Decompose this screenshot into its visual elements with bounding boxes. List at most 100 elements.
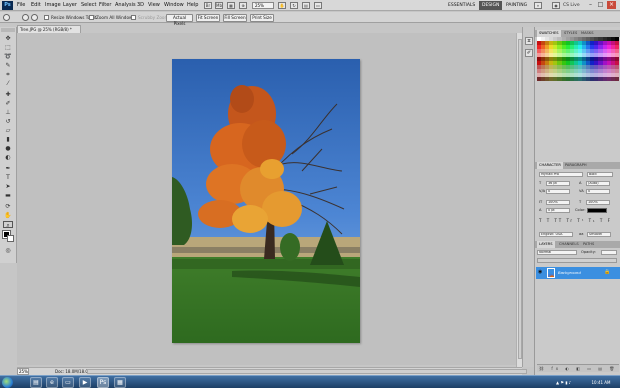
path-selection-tool-icon[interactable]: ➤ [3, 183, 13, 190]
menu-window[interactable]: Window [164, 1, 184, 10]
status-zoom-field[interactable]: 25% [17, 368, 29, 375]
workspace-painting[interactable]: PAINTING [503, 1, 530, 10]
hand-tool-icon[interactable]: ✋ [3, 212, 13, 219]
blend-mode-select[interactable]: Normal [537, 250, 577, 255]
fit-screen-button[interactable]: Fit Screen [196, 14, 220, 22]
taskbar-clock[interactable]: 10:41 AM [588, 377, 614, 388]
minimize-icon[interactable]: – [586, 1, 595, 9]
layers-footer-buttons[interactable]: ⛓ fx ◐ ◧ ▭ ▤ 🗑 [537, 364, 619, 372]
ie-taskbar-icon[interactable]: e [46, 377, 58, 388]
document-tab[interactable]: Tree.JPG @ 25% (RGB/8) * [17, 25, 81, 33]
rotate-view-icon[interactable]: ↻ [290, 2, 298, 9]
tracking-field[interactable]: 0 [586, 189, 610, 194]
brush-presets-icon[interactable]: ✐ [525, 49, 533, 57]
tab-character[interactable]: CHARACTER [537, 162, 563, 169]
zoom-out-icon[interactable] [31, 14, 38, 21]
resize-windows-checkbox[interactable] [44, 15, 49, 20]
clone-stamp-tool-icon[interactable]: ⊥ [3, 109, 13, 116]
explorer-taskbar-icon[interactable]: ▤ [30, 377, 42, 388]
vertical-scale-field[interactable]: 100% [546, 200, 570, 205]
text-style-buttons[interactable]: T T TT Tr T¹ T₁ T F [539, 218, 615, 224]
tab-swatches[interactable]: SWATCHES [537, 30, 561, 37]
blur-tool-icon[interactable]: ● [3, 145, 13, 152]
workspace-essentials[interactable]: ESSENTIALS [445, 1, 478, 10]
print-size-button[interactable]: Print Size [250, 14, 274, 22]
text-color-swatch[interactable] [587, 208, 607, 213]
menu-layer[interactable]: Layer [63, 1, 77, 10]
menu-help[interactable]: Help [187, 1, 198, 10]
antialias-select[interactable]: Smooth [587, 232, 611, 237]
layer-name[interactable]: Background [558, 267, 581, 279]
dodge-tool-icon[interactable]: ◐ [3, 154, 13, 161]
menu-edit[interactable]: Edit [31, 1, 41, 10]
guides-icon[interactable]: ▦ [227, 2, 235, 9]
eyedropper-tool-icon[interactable]: ⁄ [3, 80, 13, 87]
tools-panel-grip[interactable] [1, 28, 15, 32]
history-panel-icon[interactable]: ⧖ [525, 37, 533, 45]
quick-selection-tool-icon[interactable]: ✎ [3, 62, 13, 69]
tab-paragraph[interactable]: PARAGRAPH [563, 162, 589, 169]
font-family-select[interactable]: Myriad Pro [539, 172, 583, 177]
cs-live-icon[interactable]: ◉ [552, 2, 560, 9]
menu-view[interactable]: View [148, 1, 160, 10]
lock-fill-row[interactable] [537, 258, 617, 263]
menu-analysis[interactable]: Analysis [115, 1, 136, 10]
leading-field[interactable]: (Auto) [586, 181, 610, 186]
healing-brush-tool-icon[interactable]: ✚ [3, 91, 13, 98]
horizontal-scrollbar[interactable] [87, 369, 527, 374]
swatch-grid[interactable] [537, 37, 619, 85]
app-taskbar-icon[interactable]: ▦ [114, 377, 126, 388]
tab-styles[interactable]: STYLES [562, 30, 579, 37]
zoom-tool-preset-icon[interactable] [3, 14, 10, 21]
menu-filter[interactable]: Filter [99, 1, 111, 10]
brush-tool-icon[interactable]: ✐ [3, 100, 13, 107]
3d-rotate-tool-icon[interactable]: ⟳ [3, 203, 13, 210]
start-button[interactable] [2, 377, 13, 388]
menu-file[interactable]: File [17, 1, 25, 10]
zoom-level-icon[interactable]: ⊕ [239, 2, 247, 9]
scrubby-zoom-checkbox[interactable] [131, 15, 136, 20]
maximize-icon[interactable]: □ [596, 1, 605, 9]
layer-background[interactable]: ◉ Background 🔒 [536, 267, 620, 279]
hand-tool-icon[interactable]: ✋ [278, 2, 286, 9]
shape-tool-icon[interactable]: ▬ [3, 192, 13, 199]
zoom-all-checkbox[interactable] [89, 15, 94, 20]
folder-taskbar-icon[interactable]: ▭ [62, 377, 74, 388]
baseline-shift-field[interactable]: 0 pt [546, 208, 570, 213]
screen-mode-icon[interactable]: ▭ [314, 2, 322, 9]
doc-size-info[interactable]: Doc: 18.0M/18.0M [55, 368, 91, 375]
tab-channels[interactable]: CHANNELS [557, 241, 581, 248]
photoshop-taskbar-icon[interactable]: Ps [97, 377, 109, 388]
zoom-level-select[interactable]: 25% [252, 2, 274, 9]
horizontal-scale-field[interactable]: 100% [586, 200, 610, 205]
font-style-select[interactable]: Bold [587, 172, 613, 177]
cs-live-label[interactable]: CS Live [563, 2, 585, 9]
pen-tool-icon[interactable]: ✒ [3, 165, 13, 172]
kerning-field[interactable]: 0 [546, 189, 570, 194]
document-image[interactable] [172, 59, 360, 343]
minibridge-icon[interactable]: Mb [215, 2, 223, 9]
color-swatch[interactable] [614, 77, 619, 81]
type-tool-icon[interactable]: T [3, 174, 13, 181]
opacity-field[interactable] [601, 250, 617, 255]
font-size-field[interactable]: 36 pt [546, 181, 570, 186]
zoom-tool-icon[interactable]: ⌕ [3, 221, 13, 229]
zoom-in-icon[interactable] [22, 14, 29, 21]
lasso-tool-icon[interactable]: ➰ [3, 53, 13, 60]
marquee-tool-icon[interactable]: ⬚ [3, 44, 13, 51]
quick-mask-icon[interactable]: ◎ [3, 247, 13, 254]
workspace-more-icon[interactable]: » [534, 2, 542, 9]
actual-pixels-button[interactable]: Actual Pixels [166, 14, 193, 26]
tab-masks[interactable]: MASKS [579, 30, 595, 37]
crop-tool-icon[interactable]: ⌗ [3, 71, 13, 78]
gradient-tool-icon[interactable]: ▮ [3, 136, 13, 143]
tab-layers[interactable]: LAYERS [537, 241, 555, 248]
menu-3d[interactable]: 3D [137, 1, 144, 10]
bridge-icon[interactable]: Br [204, 2, 212, 9]
eraser-tool-icon[interactable]: ▱ [3, 127, 13, 134]
close-icon[interactable]: × [607, 1, 616, 9]
workspace-design[interactable]: DESIGN [479, 1, 503, 10]
background-color-swatch[interactable] [7, 235, 14, 242]
move-tool-icon[interactable]: ✥ [3, 35, 13, 42]
language-select[interactable]: English: USA [539, 232, 573, 237]
